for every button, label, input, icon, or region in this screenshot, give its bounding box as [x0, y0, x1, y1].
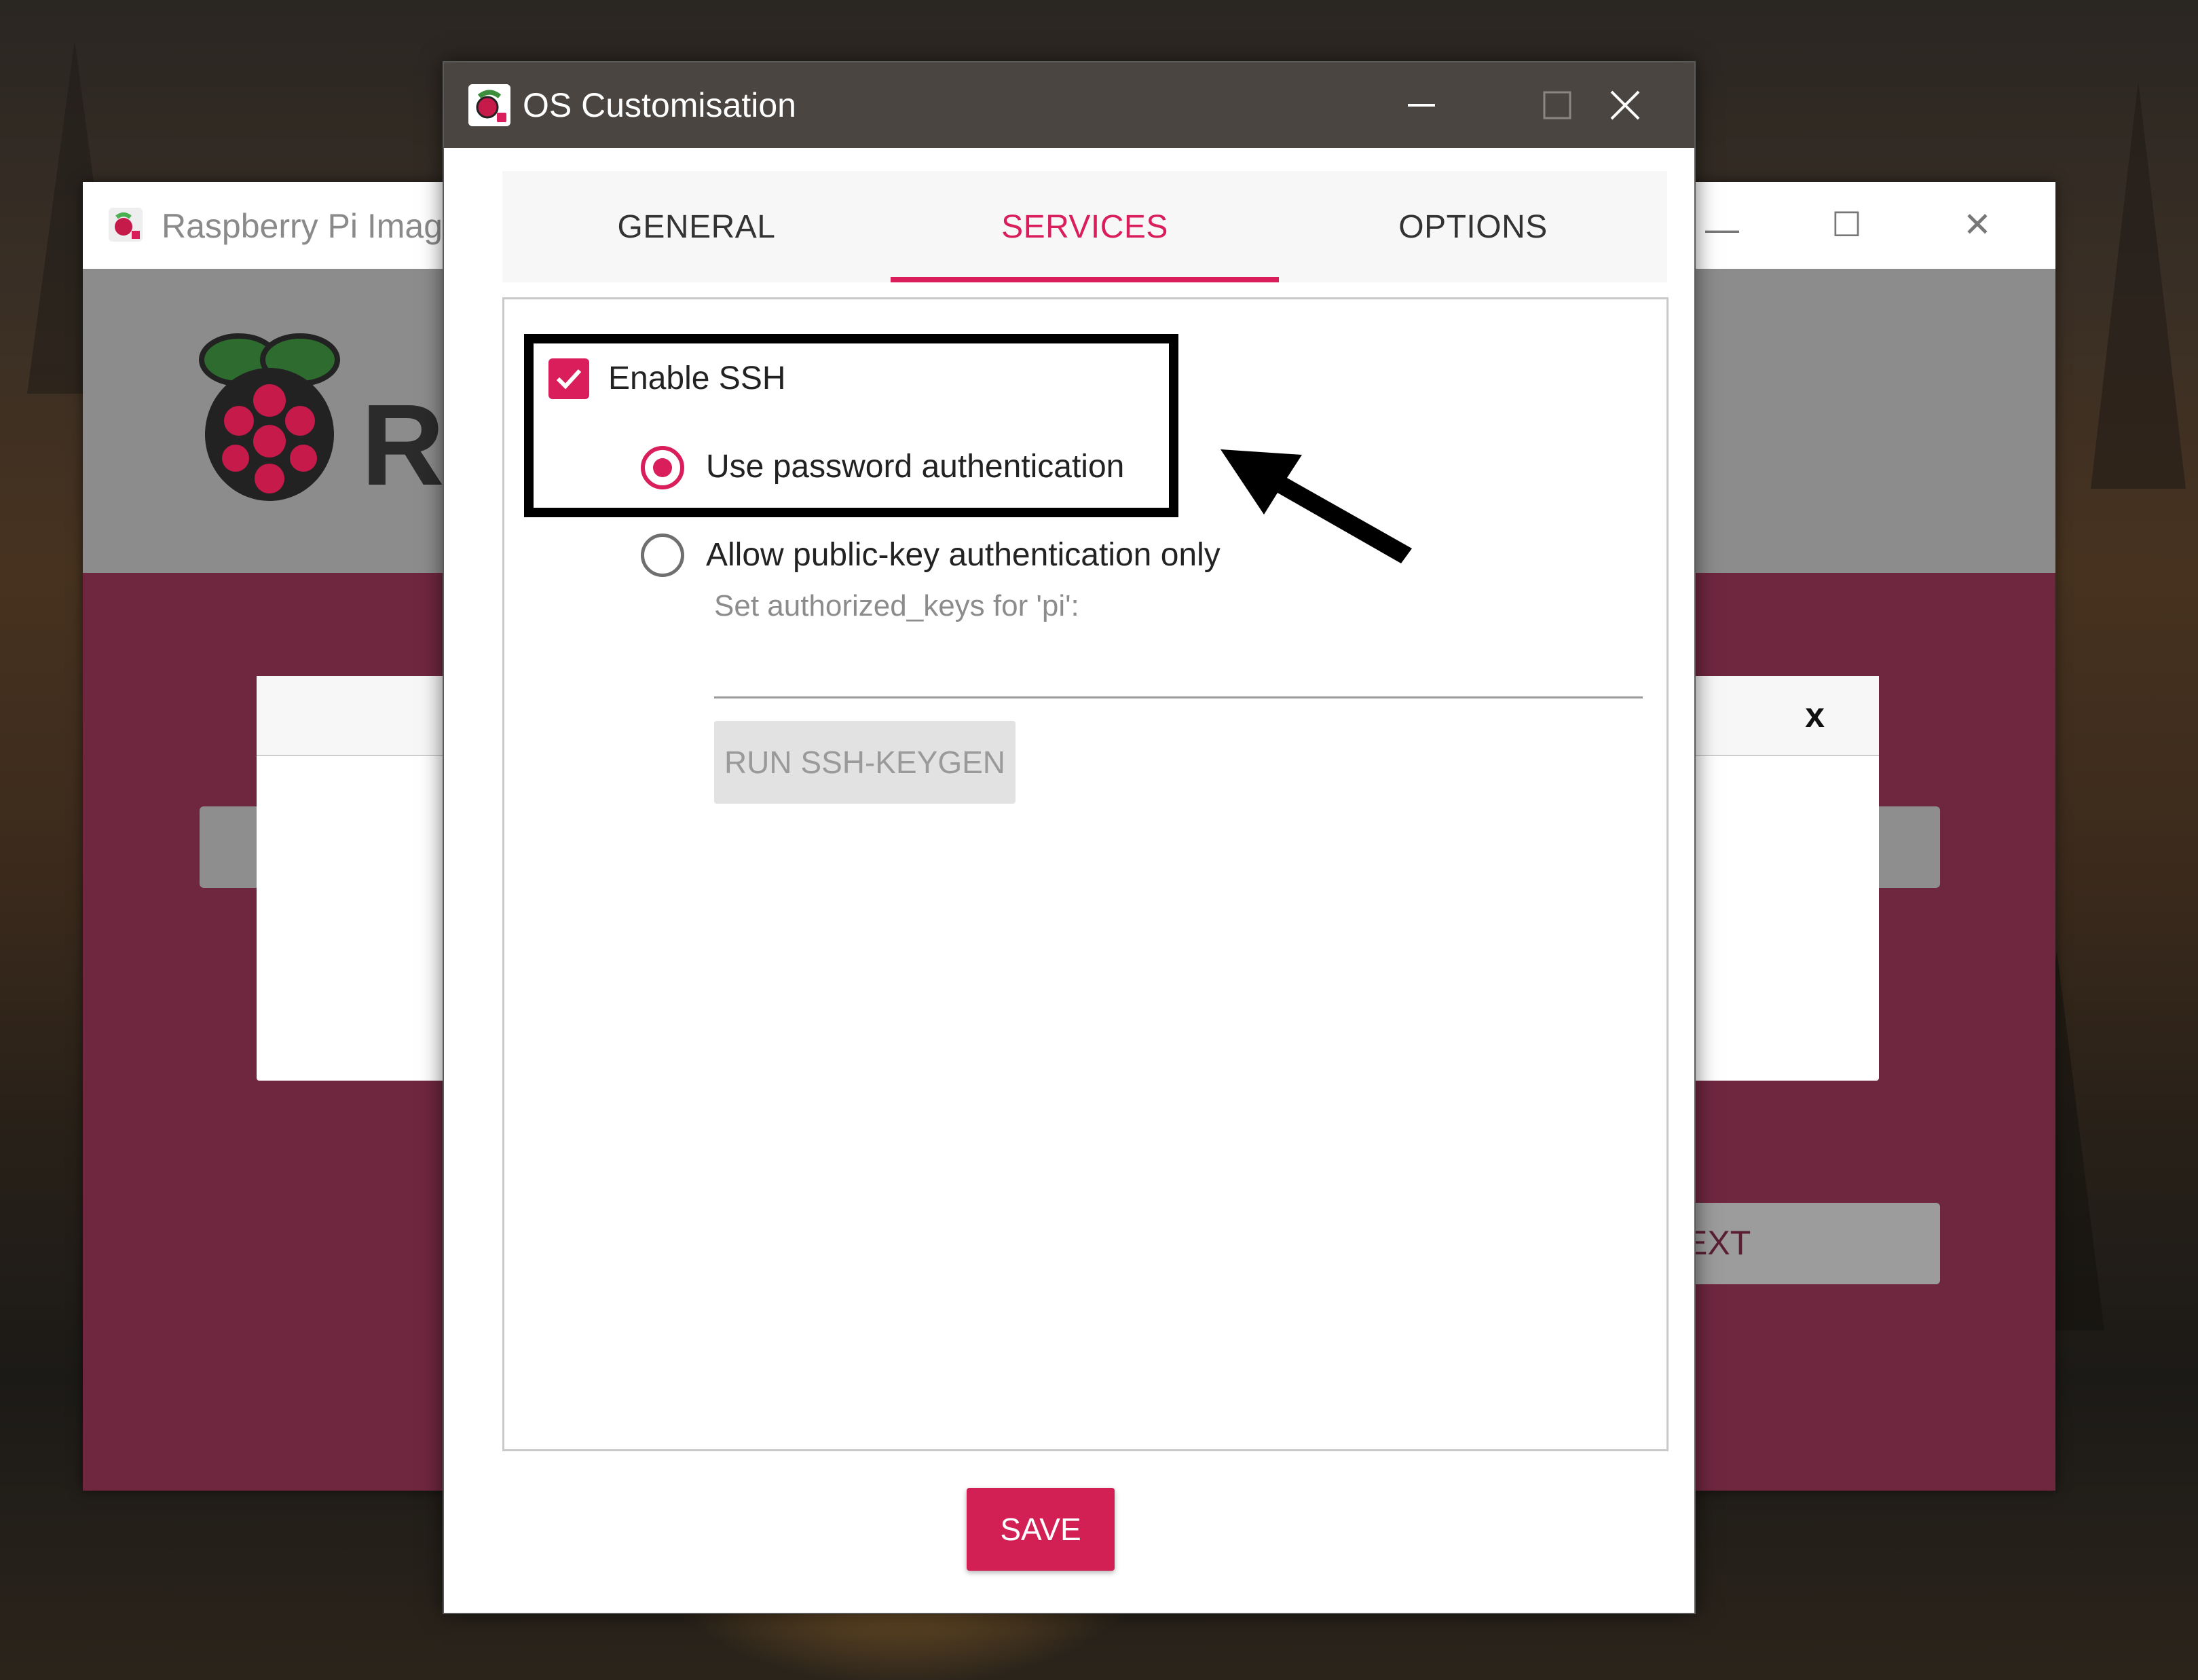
authorized-keys-label: Set authorized_keys for 'pi': — [714, 589, 1079, 622]
public-key-auth-label: Allow public-key authentication only — [706, 537, 1221, 573]
close-icon[interactable]: ✕ — [1963, 205, 1992, 244]
dialog-titlebar: OS Customisation — [444, 62, 1694, 148]
tab-services[interactable]: SERVICES — [891, 171, 1279, 282]
annotation-arrow-icon — [1221, 449, 1412, 563]
minimize-button[interactable] — [1354, 62, 1489, 148]
public-key-auth-radio[interactable] — [641, 534, 684, 577]
save-button[interactable]: SAVE — [967, 1488, 1115, 1571]
annotation-highlight-box — [524, 334, 1178, 517]
raspberry-pi-logo-icon — [199, 333, 340, 501]
dialog-title: OS Customisation — [523, 86, 796, 124]
raspberry-pi-icon — [109, 208, 143, 242]
tab-bar: GENERAL SERVICES OPTIONS — [502, 171, 1667, 282]
close-icon — [1610, 90, 1640, 120]
imager-title: Raspberry Pi Imag — [162, 207, 443, 245]
minimize-icon — [1408, 104, 1435, 107]
tab-general[interactable]: GENERAL — [502, 171, 891, 282]
maximize-icon[interactable]: ☐ — [1831, 205, 1862, 244]
modal-close-button[interactable]: x — [1805, 695, 1825, 736]
minimize-icon[interactable]: — — [1705, 209, 1739, 248]
os-customisation-dialog: OS Customisation GENERAL SERVICES OPTION… — [443, 61, 1696, 1614]
authorized-keys-input[interactable] — [714, 638, 1643, 698]
close-button[interactable] — [1557, 62, 1693, 148]
active-tab-indicator — [891, 277, 1279, 282]
imager-brand-text: R — [361, 381, 445, 510]
background-scenery — [2091, 81, 2186, 489]
tab-options[interactable]: OPTIONS — [1279, 171, 1667, 282]
run-ssh-keygen-button[interactable]: RUN SSH-KEYGEN — [714, 721, 1016, 804]
raspberry-pi-icon — [468, 84, 510, 126]
